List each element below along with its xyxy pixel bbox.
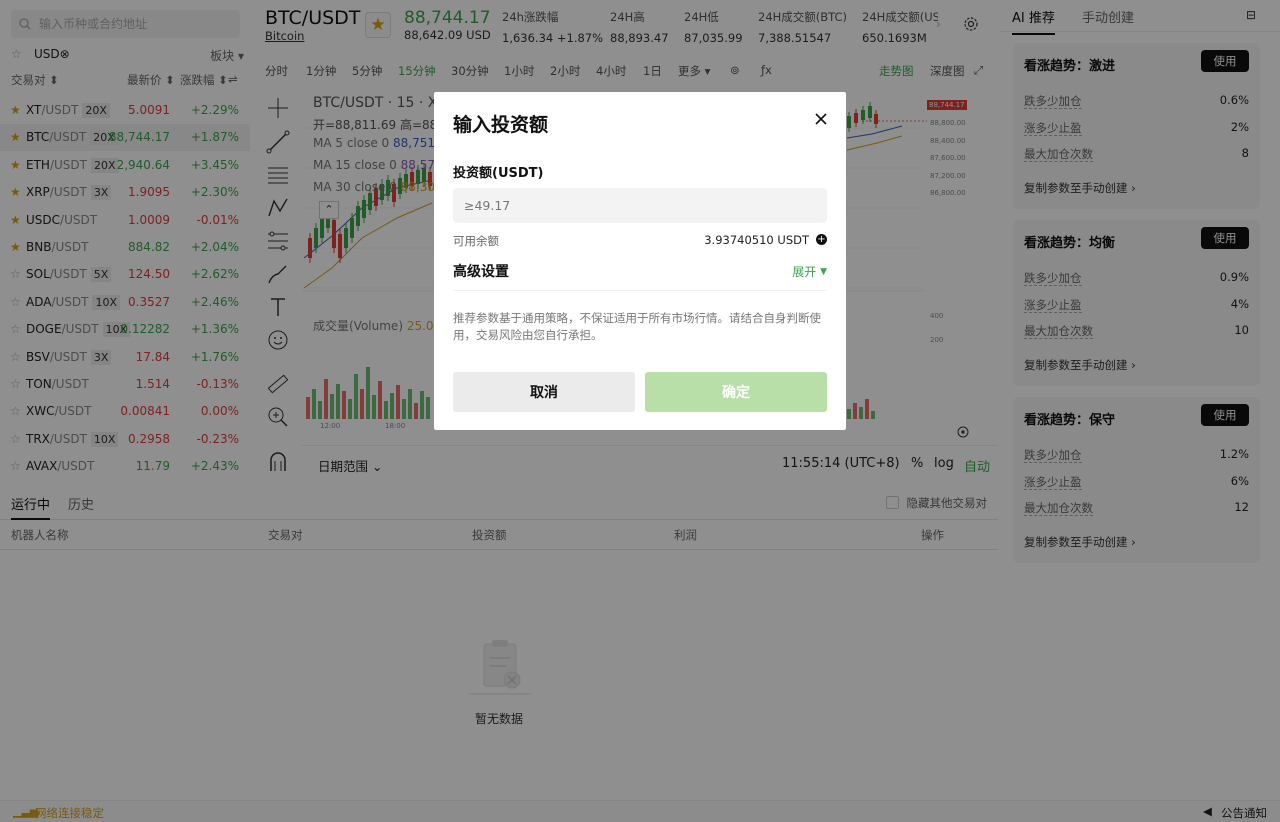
modal-title: 输入投资额 (453, 114, 549, 136)
cancel-button[interactable]: 取消 (453, 372, 635, 412)
investment-input[interactable] (453, 188, 827, 223)
close-icon[interactable] (814, 112, 828, 126)
confirm-button[interactable]: 确定 (645, 372, 827, 412)
investment-modal: 输入投资额 投资额(USDT) 可用余额 3.93740510 USDT + 高… (434, 92, 846, 430)
balance-label: 可用余额 (453, 234, 499, 248)
available-balance: 可用余额 3.93740510 USDT + (453, 233, 827, 249)
investment-label: 投资额(USDT) (453, 166, 544, 181)
caret-down-icon: ▼ (820, 267, 827, 277)
advanced-settings-label: 高级设置 (453, 264, 509, 280)
balance-value: 3.93740510 USDT (704, 233, 809, 247)
risk-note: 推荐参数基于通用策略，不保证适用于所有市场行情。请结合自身判断使用，交易风险由您… (453, 311, 821, 342)
expand-toggle[interactable]: 展开 ▼ (792, 263, 827, 280)
add-funds-icon[interactable]: + (816, 234, 827, 245)
